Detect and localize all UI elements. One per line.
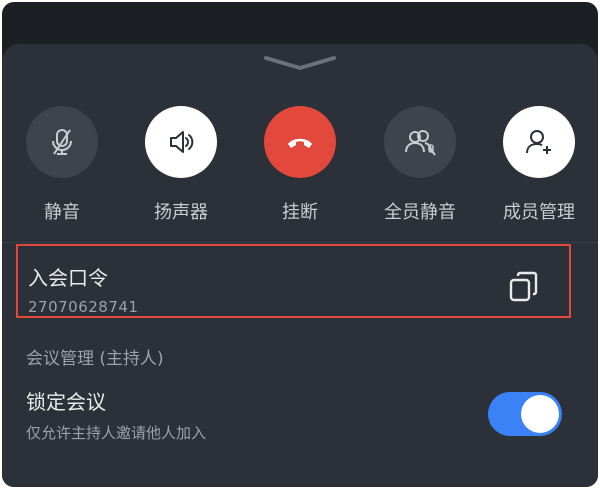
hang-up-button-circle[interactable] [264, 106, 336, 178]
host-section-title: 会议管理 (主持人) [26, 349, 164, 369]
speaker-icon [170, 131, 194, 153]
mute-all-icon [405, 130, 436, 156]
meeting-code-value: 27070628741 [28, 298, 139, 316]
meeting-code-row[interactable]: 入会口令 27070628741 [16, 244, 571, 318]
hang-up-button[interactable]: 挂断 [240, 106, 360, 236]
lock-meeting-description: 仅允许主持人邀请他人加入 [26, 424, 207, 442]
speaker-label: 扬声器 [154, 202, 208, 223]
mute-all-label: 全员静音 [384, 202, 456, 223]
hang-up-label: 挂断 [282, 202, 318, 223]
speaker-button-circle[interactable] [145, 106, 217, 178]
copy-icon[interactable] [507, 270, 541, 304]
speaker-button[interactable]: 扬声器 [121, 106, 241, 236]
member-management-button-circle[interactable] [503, 106, 575, 178]
add-member-icon [526, 130, 551, 154]
mute-button[interactable]: 静音 [2, 106, 122, 236]
mute-all-button-circle[interactable] [384, 106, 456, 178]
toggle-knob [521, 395, 559, 433]
lock-meeting-title: 锁定会议 [26, 390, 106, 414]
mic-muted-icon [52, 129, 72, 155]
hang-up-icon [288, 138, 312, 148]
call-controls: 静音 扬声器 挂断 全员静音 成员管理 [2, 106, 598, 236]
member-management-label: 成员管理 [503, 202, 575, 223]
chevron-down-icon[interactable] [262, 54, 338, 72]
app-frame: 静音 扬声器 挂断 全员静音 成员管理 入会口令 27070628741 会议管… [2, 2, 598, 487]
meeting-code-title: 入会口令 [28, 266, 108, 290]
lock-meeting-toggle[interactable] [488, 392, 562, 436]
divider [2, 242, 598, 243]
mute-button-circle[interactable] [26, 106, 98, 178]
member-management-button[interactable]: 成员管理 [479, 106, 598, 236]
mute-all-button[interactable]: 全员静音 [360, 106, 480, 236]
mute-label: 静音 [44, 202, 80, 223]
meeting-controls-sheet: 静音 扬声器 挂断 全员静音 成员管理 入会口令 27070628741 会议管… [2, 44, 598, 487]
